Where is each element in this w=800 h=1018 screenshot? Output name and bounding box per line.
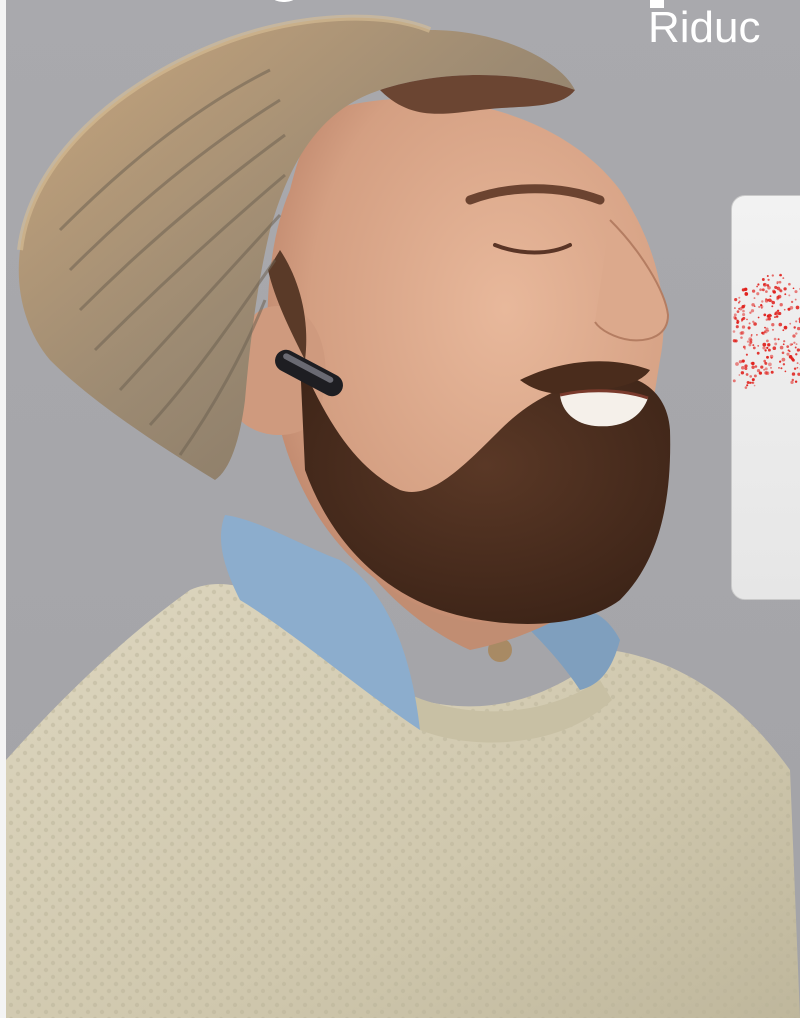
man-with-earbud-photo xyxy=(6,14,800,1018)
product-image: Riduc xyxy=(0,0,800,1018)
